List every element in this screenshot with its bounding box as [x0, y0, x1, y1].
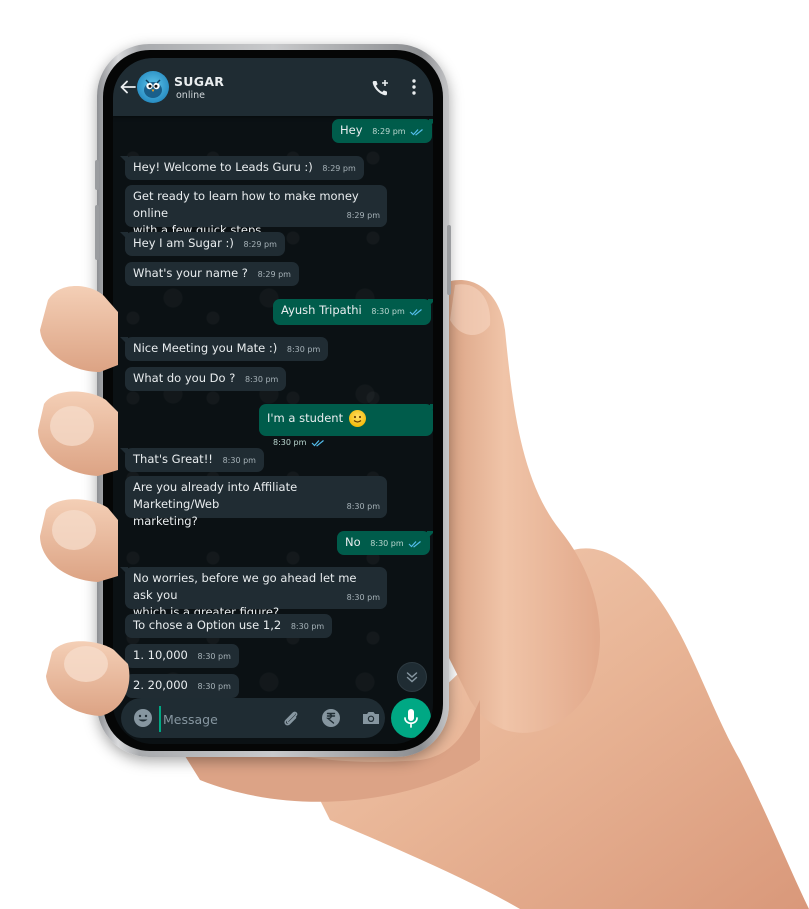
message-text: Are you already into Affiliate Marketing… [133, 480, 298, 528]
message-incoming[interactable]: Are you already into Affiliate Marketing… [125, 476, 387, 528]
message-text: What's your name ? [133, 266, 248, 280]
message-list: Hey 8:29 pm Hey! Welcome to Leads Guru :… [113, 58, 433, 744]
chat-header: SUGAR online [113, 58, 433, 116]
message-text: Hey [340, 123, 363, 137]
phone-side-button [95, 160, 99, 190]
scroll-to-bottom-button[interactable] [397, 662, 427, 692]
message-text: To chose a Option use 1,2 [133, 618, 282, 632]
message-time: 8:30 pm [346, 502, 380, 511]
message-incoming[interactable]: That's Great!! 8:30 pm [120, 448, 264, 472]
message-text: Get ready to learn how to make money onl… [133, 189, 359, 237]
message-incoming[interactable]: 1. 10,000 8:30 pm [125, 644, 239, 668]
read-receipt-icon [408, 540, 422, 548]
message-time: 8:30 pm [370, 539, 422, 548]
message-incoming[interactable]: 2. 20,000 8:30 pm [125, 674, 239, 698]
message-outgoing[interactable]: Hey 8:29 pm [332, 119, 433, 143]
message-text: Hey I am Sugar :) [133, 236, 234, 250]
message-time: 8:30 pm [371, 307, 423, 316]
smiling-face-emoji [348, 410, 366, 427]
mic-button[interactable] [391, 698, 431, 738]
contact-name[interactable]: SUGAR [174, 74, 224, 89]
message-outgoing[interactable]: I'm a student 8:30 pm [259, 404, 433, 447]
message-time: 8:30 pm [222, 456, 256, 465]
contact-status: online [176, 90, 205, 101]
message-incoming[interactable]: Get ready to learn how to make money onl… [125, 185, 387, 237]
paperclip-icon[interactable] [281, 708, 301, 728]
message-incoming[interactable]: Hey! Welcome to Leads Guru :) 8:29 pm [120, 156, 364, 180]
message-time: 8:30 pm [197, 652, 231, 661]
composer-bar [121, 698, 385, 738]
add-call-icon[interactable] [370, 78, 390, 98]
smiley-icon[interactable] [133, 708, 153, 728]
phone-side-button [447, 225, 451, 295]
message-outgoing[interactable]: No 8:30 pm [337, 531, 433, 555]
avatar[interactable] [137, 71, 169, 103]
read-receipt-icon [409, 308, 423, 316]
message-text: Ayush Tripathi [281, 303, 362, 317]
message-incoming[interactable]: Hey I am Sugar :) 8:29 pm [120, 232, 285, 256]
message-text: Nice Meeting you Mate :) [133, 341, 278, 355]
mic-icon [404, 709, 418, 728]
read-receipt-icon [311, 439, 324, 447]
chat-screen: Hey 8:29 pm Hey! Welcome to Leads Guru :… [113, 58, 433, 744]
message-incoming[interactable]: To chose a Option use 1,2 8:30 pm [125, 614, 333, 638]
arrow-left-icon[interactable] [119, 78, 137, 96]
message-text: What do you Do ? [133, 371, 236, 385]
rupee-icon[interactable] [321, 708, 341, 728]
message-time: 8:29 pm [322, 164, 356, 173]
more-vert-icon[interactable] [411, 78, 417, 96]
message-input[interactable] [159, 706, 275, 732]
message-text: Hey! Welcome to Leads Guru :) [133, 160, 313, 174]
message-text: 1. 10,000 [133, 648, 188, 662]
message-time: 8:29 pm [346, 211, 380, 220]
message-incoming[interactable]: Nice Meeting you Mate :) 8:30 pm [120, 337, 329, 361]
message-time: 8:30 pm [197, 682, 231, 691]
message-time: 8:30 pm [273, 438, 325, 447]
message-incoming[interactable]: What do you Do ? 8:30 pm [125, 367, 287, 391]
read-receipt-icon [410, 128, 424, 136]
message-time: 8:29 pm [257, 270, 291, 279]
message-outgoing[interactable]: Ayush Tripathi 8:30 pm [273, 299, 433, 325]
message-incoming[interactable]: What's your name ? 8:29 pm [125, 262, 299, 286]
camera-icon[interactable] [361, 708, 381, 728]
message-time: 8:30 pm [346, 593, 380, 602]
message-text: I'm a student [267, 411, 344, 425]
message-time: 8:29 pm [243, 240, 277, 249]
message-text: No [345, 535, 361, 549]
double-chevron-down-icon [406, 672, 418, 683]
bird-avatar-icon [144, 79, 162, 98]
message-text: 2. 20,000 [133, 678, 188, 692]
message-time: 8:30 pm [286, 345, 321, 354]
message-time: 8:30 pm [244, 375, 279, 384]
message-time: 8:29 pm [372, 127, 424, 136]
phone-side-button [95, 205, 99, 260]
message-text: No worries, before we go ahead let me as… [133, 571, 357, 619]
message-incoming[interactable]: No worries, before we go ahead let me as… [120, 567, 387, 619]
message-text: That's Great!! [133, 452, 213, 466]
message-time: 8:30 pm [290, 622, 325, 631]
